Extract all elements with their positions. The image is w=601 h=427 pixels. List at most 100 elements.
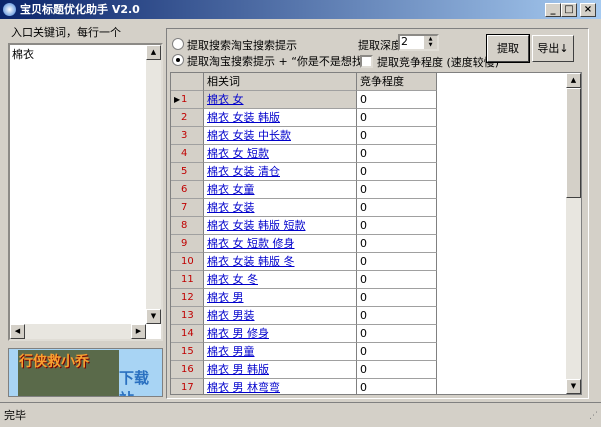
competition-cell[interactable]: 0 xyxy=(357,307,437,325)
column-header-competition[interactable]: 竞争程度 xyxy=(357,73,437,91)
row-number[interactable]: 10 xyxy=(171,253,204,271)
keyword-cell[interactable]: 棉衣 女装 韩版 短款 xyxy=(204,217,357,235)
competition-cell[interactable]: 0 xyxy=(357,163,437,181)
competition-cell[interactable]: 0 xyxy=(357,127,437,145)
row-number[interactable]: 4 xyxy=(171,145,204,163)
keyword-cell[interactable]: 棉衣 男 韩版 xyxy=(204,361,357,379)
competition-cell[interactable]: 0 xyxy=(357,379,437,394)
table-row[interactable]: 5 棉衣 女装 清仓 0 xyxy=(171,163,437,181)
row-number[interactable]: 2 xyxy=(171,109,204,127)
keyword-cell[interactable]: 棉衣 男 修身 xyxy=(204,325,357,343)
keyword-cell[interactable]: 棉衣 女装 xyxy=(204,199,357,217)
column-header-keyword[interactable]: 相关词 xyxy=(204,73,357,91)
row-number-text: 11 xyxy=(181,274,194,285)
keyword-cell[interactable]: 棉衣 女装 韩版 xyxy=(204,109,357,127)
row-number[interactable]: 15 xyxy=(171,343,204,361)
row-number[interactable]: 5 xyxy=(171,163,204,181)
keyword-cell[interactable]: 棉衣 女装 清仓 xyxy=(204,163,357,181)
row-number[interactable]: ▶ 1 xyxy=(171,91,204,109)
competition-cell[interactable]: 0 xyxy=(357,91,437,109)
close-button[interactable]: × xyxy=(580,3,596,17)
row-number-text: 17 xyxy=(181,382,194,393)
keyword-cell[interactable]: 棉衣 男 林弯弯 xyxy=(204,379,357,394)
keyword-cell[interactable]: 棉衣 女装 中长款 xyxy=(204,127,357,145)
table-row[interactable]: 2 棉衣 女装 韩版 0 xyxy=(171,109,437,127)
keyword-cell[interactable]: 棉衣 女 短款 修身 xyxy=(204,235,357,253)
table-row[interactable]: 9 棉衣 女 短款 修身 0 xyxy=(171,235,437,253)
radio-hints-plus-suggest[interactable] xyxy=(172,54,184,66)
table-row[interactable]: 3 棉衣 女装 中长款 0 xyxy=(171,127,437,145)
scroll-down-icon[interactable]: ▼ xyxy=(146,309,161,324)
scroll-up-icon[interactable]: ▲ xyxy=(146,45,161,60)
competition-cell[interactable]: 0 xyxy=(357,181,437,199)
table-row[interactable]: 14 棉衣 男 修身 0 xyxy=(171,325,437,343)
table-row[interactable]: 16 棉衣 男 韩版 0 xyxy=(171,361,437,379)
extract-button[interactable]: 提取 xyxy=(486,34,530,63)
row-number[interactable]: 9 xyxy=(171,235,204,253)
row-number[interactable]: 13 xyxy=(171,307,204,325)
row-number[interactable]: 8 xyxy=(171,217,204,235)
vertical-scrollbar[interactable]: ▲ ▼ xyxy=(146,45,161,324)
scroll-down-icon[interactable]: ▼ xyxy=(566,379,581,394)
row-number[interactable]: 14 xyxy=(171,325,204,343)
table-row[interactable]: 12 棉衣 男0 xyxy=(171,289,437,307)
export-button[interactable]: 导出↓ xyxy=(532,35,574,62)
competition-cell[interactable]: 0 xyxy=(357,253,437,271)
competition-cell[interactable]: 0 xyxy=(357,109,437,127)
radio-search-hints-label: 提取搜索淘宝搜索提示 xyxy=(187,39,297,52)
keywords-textarea[interactable]: 棉衣 ▲ ▼ ◀ ▶ xyxy=(8,43,163,341)
keyword-cell[interactable]: 棉衣 女装 韩版 冬 xyxy=(204,253,357,271)
keyword-cell[interactable]: 棉衣 男童 xyxy=(204,343,357,361)
keyword-cell[interactable]: 棉衣 女 冬 xyxy=(204,271,357,289)
table-row[interactable]: 13 棉衣 男装 0 xyxy=(171,307,437,325)
grid-vertical-scrollbar[interactable]: ▲ ▼ xyxy=(566,73,581,394)
maximize-button[interactable]: □ xyxy=(561,3,577,17)
keyword-cell[interactable]: 棉衣 女 短款 xyxy=(204,145,357,163)
competition-checkbox[interactable] xyxy=(360,55,373,68)
table-row[interactable]: 10 棉衣 女装 韩版 冬0 xyxy=(171,253,437,271)
competition-cell[interactable]: 0 xyxy=(357,271,437,289)
depth-spinner[interactable]: 2 ▲ ▼ xyxy=(398,34,439,51)
competition-cell[interactable]: 0 xyxy=(357,217,437,235)
radio-search-hints[interactable] xyxy=(172,38,184,50)
keyword-cell[interactable]: 棉衣 女 xyxy=(204,91,357,109)
scroll-up-icon[interactable]: ▲ xyxy=(566,73,581,88)
competition-cell[interactable]: 0 xyxy=(357,235,437,253)
competition-cell[interactable]: 0 xyxy=(357,361,437,379)
competition-cell[interactable]: 0 xyxy=(357,199,437,217)
keyword-cell[interactable]: 棉衣 男 xyxy=(204,289,357,307)
results-grid[interactable]: 相关词 竞争程度 ▶ 1 棉衣 女 0 2 棉衣 女装 韩版 0 3 棉衣 女装 中长款 0 4 棉衣… xyxy=(170,72,582,395)
row-number-text: 5 xyxy=(181,166,188,177)
table-row[interactable]: 17 棉衣 男 林弯弯 0 xyxy=(171,379,437,394)
table-row[interactable]: 6 棉衣 女童 0 xyxy=(171,181,437,199)
resize-grip-icon[interactable]: ⋰ xyxy=(589,411,598,421)
spin-down-icon[interactable]: ▼ xyxy=(424,42,437,49)
ad-banner[interactable]: 行侠救小乔 下载站 xyxy=(8,348,163,397)
row-number[interactable]: 6 xyxy=(171,181,204,199)
scroll-right-icon[interactable]: ▶ xyxy=(131,324,146,339)
table-row[interactable]: 4 棉衣 女 短款 0 xyxy=(171,145,437,163)
minimize-button[interactable]: _ xyxy=(545,3,561,17)
competition-cell[interactable]: 0 xyxy=(357,325,437,343)
competition-cell[interactable]: 0 xyxy=(357,145,437,163)
table-row[interactable]: 11 棉衣 女 冬0 xyxy=(171,271,437,289)
keyword-cell[interactable]: 棉衣 女童 xyxy=(204,181,357,199)
keyword-cell[interactable]: 棉衣 男装 xyxy=(204,307,357,325)
table-row[interactable]: 8 棉衣 女装 韩版 短款 0 xyxy=(171,217,437,235)
row-number[interactable]: 17 xyxy=(171,379,204,394)
table-row[interactable]: ▶ 1 棉衣 女0 xyxy=(171,91,437,109)
scroll-thumb[interactable] xyxy=(566,88,581,198)
row-number[interactable]: 16 xyxy=(171,361,204,379)
banner-side-text: 下载站 xyxy=(119,369,150,396)
row-number[interactable]: 11 xyxy=(171,271,204,289)
row-number[interactable]: 12 xyxy=(171,289,204,307)
table-row[interactable]: 15 棉衣 男童 0 xyxy=(171,343,437,361)
table-row[interactable]: 7 棉衣 女装 0 xyxy=(171,199,437,217)
scroll-left-icon[interactable]: ◀ xyxy=(10,324,25,339)
row-number[interactable]: 3 xyxy=(171,127,204,145)
horizontal-scrollbar[interactable]: ◀ ▶ xyxy=(10,324,146,339)
competition-checkbox-label: 提取竞争程度 (速度较慢) xyxy=(377,56,500,69)
competition-cell[interactable]: 0 xyxy=(357,343,437,361)
row-number[interactable]: 7 xyxy=(171,199,204,217)
competition-cell[interactable]: 0 xyxy=(357,289,437,307)
